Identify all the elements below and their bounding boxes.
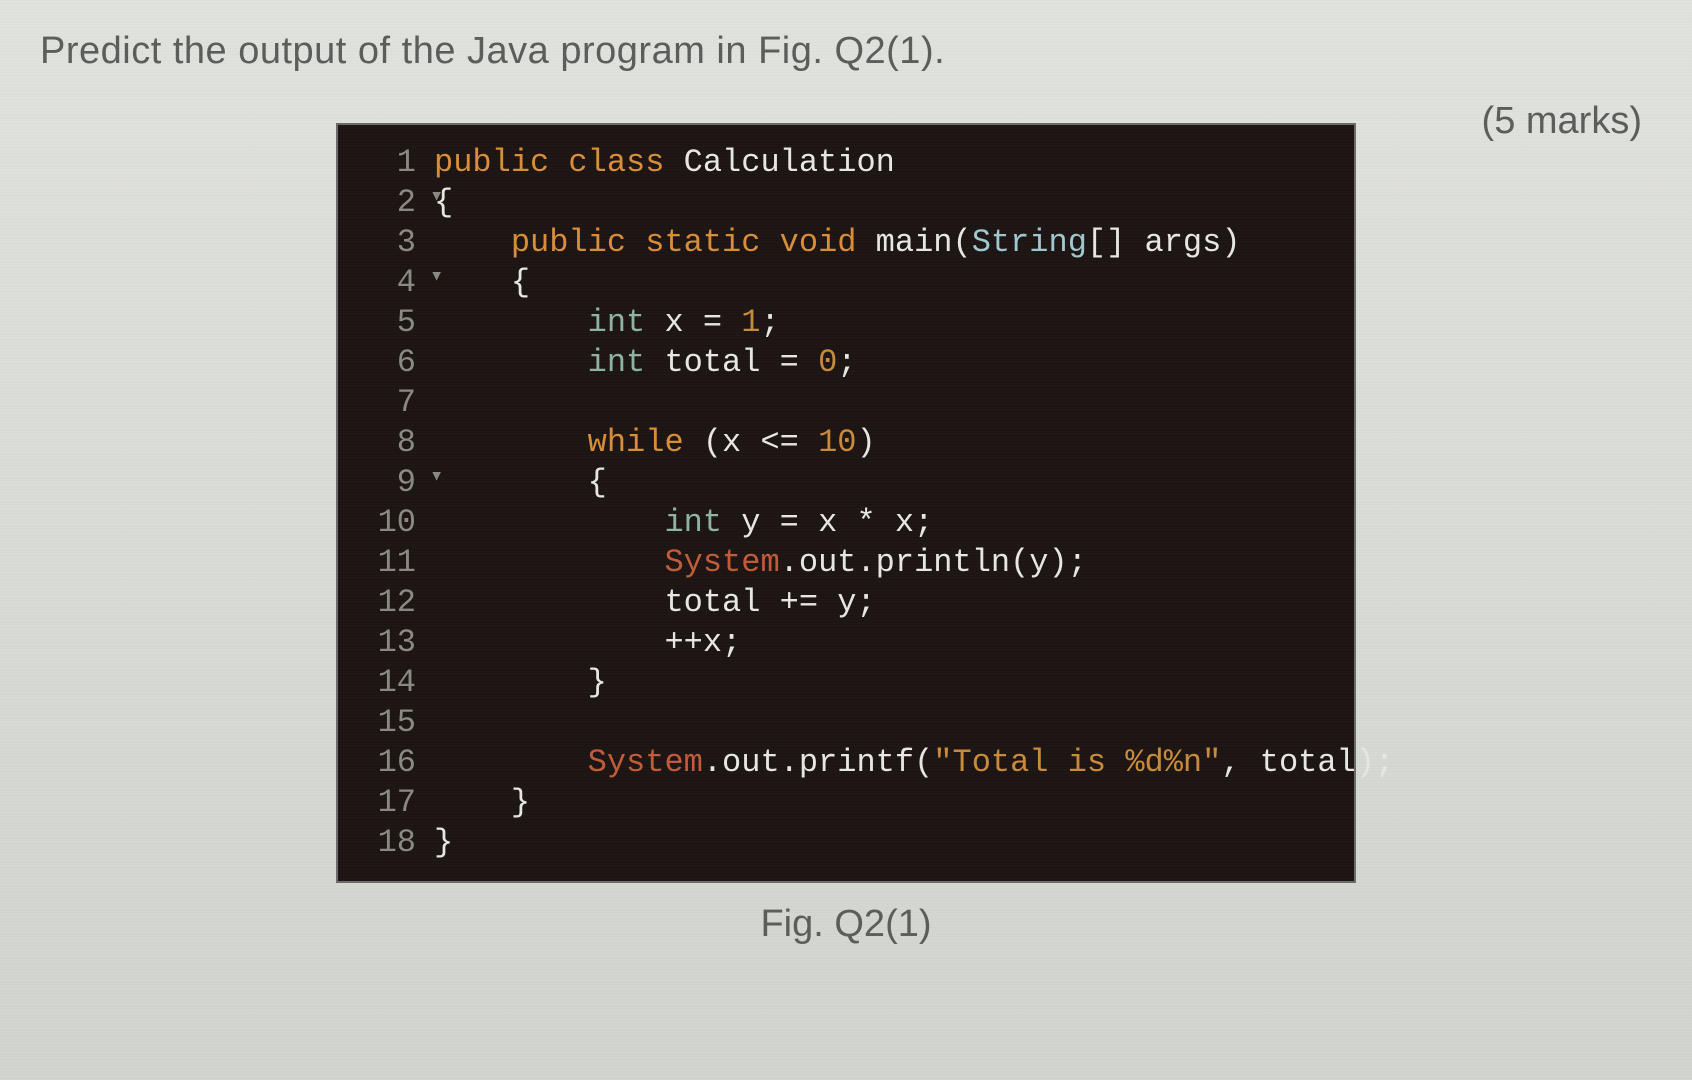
code-content: } (434, 663, 1336, 703)
code-line: 13 ++x; (356, 623, 1336, 663)
code-content: int y = x * x; (434, 503, 1336, 543)
code-line: 14 } (356, 663, 1336, 703)
token-id: total = (645, 344, 818, 381)
code-line: 17 } (356, 783, 1336, 823)
line-number: 12 (356, 583, 434, 623)
token-id: ++x; (664, 624, 741, 661)
line-number: 18 (356, 823, 434, 863)
token-str: "Total is %d%n" (933, 744, 1221, 781)
line-number: 1 (356, 143, 434, 183)
token-brace: } (511, 784, 530, 821)
line-number: 7 (356, 383, 434, 423)
code-content (434, 383, 1336, 423)
line-number: 6 (356, 343, 434, 383)
line-number: 2 (356, 183, 434, 223)
line-number: 13 (356, 623, 434, 663)
token-num: 0 (818, 344, 837, 381)
line-number: 16 (356, 743, 434, 783)
code-line: 10 int y = x * x; (356, 503, 1336, 543)
token-type: int (664, 504, 722, 541)
figure-caption: Fig. Q2(1) (40, 903, 1652, 946)
token-sys: System (588, 744, 703, 781)
line-number: 15 (356, 703, 434, 743)
question-prompt: Predict the output of the Java program i… (40, 30, 1652, 73)
token-brace: } (434, 824, 453, 861)
token-num: 1 (741, 304, 760, 341)
token-cls: String (972, 224, 1087, 261)
token-id: ; (837, 344, 856, 381)
code-line: 16 System.out.printf("Total is %d%n", to… (356, 743, 1336, 783)
code-content: int total = 0; (434, 343, 1336, 383)
line-number: 5 (356, 303, 434, 343)
token-num: 10 (818, 424, 856, 461)
token-id: y = x * x; (722, 504, 933, 541)
code-content: { (434, 263, 1336, 303)
token-kw: public (434, 144, 568, 181)
code-line: 6 int total = 0; (356, 343, 1336, 383)
token-id: total += y; (664, 584, 875, 621)
code-content: System.out.printf("Total is %d%n", total… (434, 743, 1394, 783)
code-content: } (434, 823, 1336, 863)
code-line: 11 System.out.println(y); (356, 543, 1336, 583)
token-brace: { (434, 184, 453, 221)
token-id: .out.printf( (703, 744, 933, 781)
token-brace: { (588, 464, 607, 501)
code-line: 2▾{ (356, 183, 1336, 223)
token-id: .out.println(y); (780, 544, 1087, 581)
exam-question-page: Predict the output of the Java program i… (0, 0, 1692, 1080)
code-content: public static void main(String[] args) (434, 223, 1336, 263)
code-content: { (434, 463, 1336, 503)
token-id: x = (645, 304, 741, 341)
token-id: (x <= (684, 424, 818, 461)
code-line: 8 while (x <= 10) (356, 423, 1336, 463)
token-brace: { (511, 264, 530, 301)
code-listing: 1public class Calculation2▾{3 public sta… (336, 123, 1356, 883)
code-line: 15 (356, 703, 1336, 743)
code-content: } (434, 783, 1336, 823)
code-line: 3 public static void main(String[] args) (356, 223, 1336, 263)
code-line: 18} (356, 823, 1336, 863)
line-number: 4 (356, 263, 434, 303)
token-id: Calculation (684, 144, 895, 181)
code-line: 12 total += y; (356, 583, 1336, 623)
code-content: int x = 1; (434, 303, 1336, 343)
token-id: [] args) (1087, 224, 1241, 261)
code-content: total += y; (434, 583, 1336, 623)
token-id: ( (952, 224, 971, 261)
line-number: 9 (356, 463, 434, 503)
token-kw: public (511, 224, 645, 261)
marks-label: (5 marks) (1482, 100, 1642, 143)
code-line: 9▾ { (356, 463, 1336, 503)
line-number: 8 (356, 423, 434, 463)
line-number: 11 (356, 543, 434, 583)
line-number: 14 (356, 663, 434, 703)
token-type: int (588, 344, 646, 381)
code-line: 5 int x = 1; (356, 303, 1336, 343)
code-content (434, 703, 1336, 743)
code-content: ++x; (434, 623, 1336, 663)
code-content: { (434, 183, 1336, 223)
line-number: 10 (356, 503, 434, 543)
token-type: int (588, 304, 646, 341)
code-content: public class Calculation (434, 143, 1336, 183)
line-number: 3 (356, 223, 434, 263)
token-id: , total); (1221, 744, 1394, 781)
code-line: 1public class Calculation (356, 143, 1336, 183)
code-content: System.out.println(y); (434, 543, 1336, 583)
token-brace: } (588, 664, 607, 701)
token-kw: while (588, 424, 684, 461)
code-content: while (x <= 10) (434, 423, 1336, 463)
token-sys: System (664, 544, 779, 581)
code-line: 4▾ { (356, 263, 1336, 303)
token-id: ; (760, 304, 779, 341)
token-id: ) (856, 424, 875, 461)
token-kw: void (780, 224, 876, 261)
token-kw: static (645, 224, 779, 261)
code-line: 7 (356, 383, 1336, 423)
line-number: 17 (356, 783, 434, 823)
token-id: main (876, 224, 953, 261)
token-kw: class (568, 144, 683, 181)
